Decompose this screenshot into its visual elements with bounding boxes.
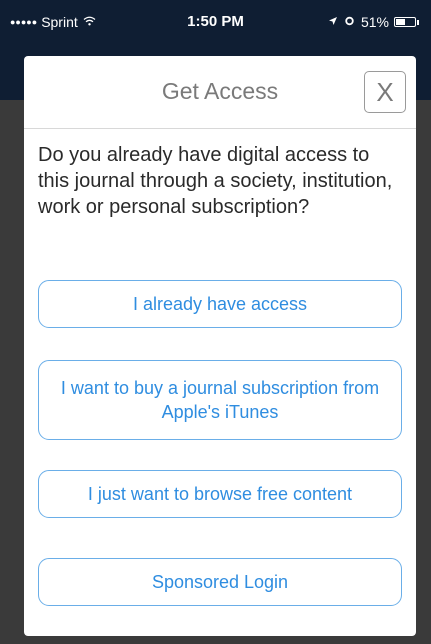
battery-percent: 51% — [360, 14, 389, 30]
battery-icon — [394, 17, 416, 27]
access-question: Do you already have digital access to th… — [38, 144, 393, 218]
modal-header: Get Access X — [24, 56, 416, 129]
modal-title: Get Access — [161, 78, 279, 104]
buy-itunes-subscription-button[interactable]: I want to buy a journal subscription fro… — [38, 360, 402, 440]
browse-free-content-button[interactable]: I just want to browse free content — [38, 470, 402, 518]
app-screen: ●●●●● Sprint 1:50 PM 51% Get Access X Do… — [0, 0, 431, 644]
sponsored-login-button[interactable]: Sponsored Login — [38, 558, 402, 606]
already-have-access-button[interactable]: I already have access — [38, 280, 402, 328]
status-right: 51% — [328, 14, 419, 30]
battery-tip — [417, 19, 419, 25]
alarm-clock-icon — [344, 15, 355, 29]
get-access-modal: Get Access X Do you already have digital… — [24, 56, 416, 636]
status-bar: ●●●●● Sprint 1:50 PM 51% — [0, 0, 431, 56]
battery-fill — [396, 19, 405, 25]
location-arrow-icon — [328, 15, 338, 29]
close-button[interactable]: X — [364, 71, 406, 113]
